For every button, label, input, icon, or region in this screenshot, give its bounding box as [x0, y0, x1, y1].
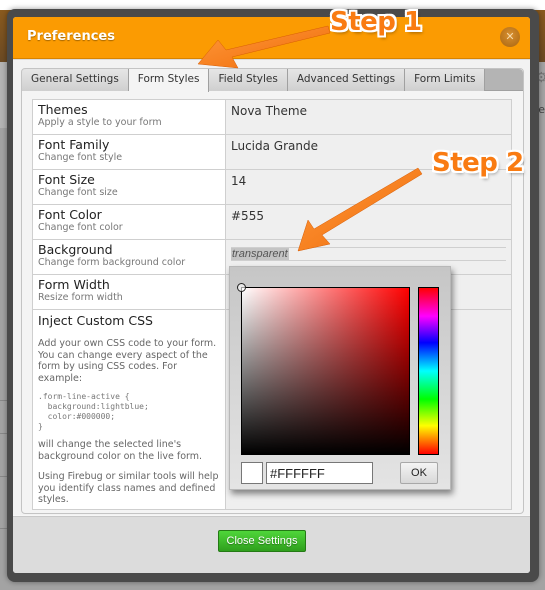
setting-description: Change font color	[38, 222, 123, 233]
themes-value[interactable]: Nova Theme	[225, 99, 512, 135]
color-picker: OK	[229, 266, 451, 490]
tab-form-limits[interactable]: Form Limits	[405, 69, 486, 91]
hue-slider[interactable]	[418, 287, 439, 455]
custom-css-description: Add your own CSS code to your form. You …	[38, 338, 217, 384]
setting-label: Themes	[38, 102, 88, 117]
hex-color-input[interactable]	[266, 462, 373, 484]
setting-label: Font Size	[38, 172, 95, 187]
dialog-footer: Close Settings	[13, 515, 530, 573]
setting-label: Font Color	[38, 207, 102, 222]
background-color-input[interactable]: transparent	[231, 247, 506, 261]
font-size-value[interactable]: 14	[225, 169, 512, 205]
background-color-value: transparent	[231, 248, 289, 260]
setting-label: Font Family	[38, 137, 110, 152]
setting-description: Change form background color	[38, 257, 186, 268]
custom-css-description: will change the selected line's backgrou…	[38, 439, 203, 462]
tab-field-styles[interactable]: Field Styles	[209, 69, 288, 91]
tab-form-styles[interactable]: Form Styles	[128, 69, 210, 92]
dialog-title: Preferences	[27, 29, 115, 44]
setting-description: Change font size	[38, 187, 118, 198]
dialog-header: Preferences ✕	[13, 17, 530, 59]
color-picker-handle[interactable]	[237, 283, 246, 292]
close-button[interactable]: ✕	[500, 27, 520, 47]
font-color-value[interactable]: #555	[225, 204, 512, 240]
custom-css-code-example: .form-line-active { background:lightblue…	[38, 392, 149, 431]
setting-label: Background	[38, 242, 113, 257]
setting-description: Apply a style to your form	[38, 117, 162, 128]
tab-advanced-settings[interactable]: Advanced Settings	[287, 69, 406, 91]
setting-description: Change font style	[38, 152, 123, 163]
font-family-value[interactable]: Lucida Grande	[225, 134, 512, 170]
tab-bar: General Settings Form Styles Field Style…	[22, 69, 523, 92]
color-preview-swatch	[241, 462, 263, 484]
custom-css-description: Using Firebug or similar tools will help…	[38, 471, 219, 505]
close-x-icon: ✕	[505, 30, 515, 43]
setting-row-font-size: Font Size Change font size 14	[32, 169, 512, 205]
setting-label: Inject Custom CSS	[38, 313, 153, 328]
setting-row-font-family: Font Family Change font style Lucida Gra…	[32, 134, 512, 170]
setting-description: Resize form width	[38, 292, 123, 303]
setting-label: Form Width	[38, 277, 110, 292]
color-ok-button[interactable]: OK	[400, 462, 438, 484]
close-settings-button[interactable]: Close Settings	[218, 530, 306, 552]
saturation-value-area[interactable]	[237, 283, 410, 455]
setting-row-themes: Themes Apply a style to your form Nova T…	[32, 99, 512, 135]
tab-general-settings[interactable]: General Settings	[22, 69, 129, 91]
setting-row-font-color: Font Color Change font color #555	[32, 204, 512, 240]
